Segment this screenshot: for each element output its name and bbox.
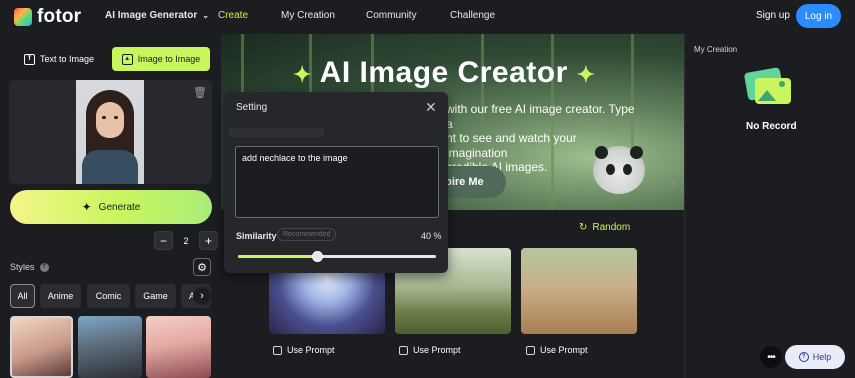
trash-icon[interactable]: 🗑 bbox=[193, 86, 207, 99]
styles-heading: Styles ? bbox=[10, 262, 49, 272]
style-thumbnail[interactable] bbox=[10, 316, 73, 378]
close-icon[interactable]: ✕ bbox=[425, 99, 437, 116]
tab-image-to-image-label: Image to Image bbox=[137, 54, 201, 64]
portrait-face bbox=[96, 102, 124, 138]
ai-image-generator-label: AI Image Generator bbox=[105, 10, 198, 21]
styles-settings-icon[interactable]: ⚙ bbox=[193, 258, 211, 276]
use-prompt-button[interactable]: Use Prompt bbox=[399, 345, 461, 355]
use-prompt-button[interactable]: Use Prompt bbox=[273, 345, 335, 355]
generate-button[interactable]: ✦ Generate bbox=[10, 190, 212, 224]
empty-gallery-icon-mountain bbox=[758, 90, 776, 101]
nav-challenge[interactable]: Challenge bbox=[450, 10, 495, 21]
style-chip-game[interactable]: Game bbox=[135, 284, 176, 308]
sparkle-icon: ✦ bbox=[293, 62, 312, 87]
similarity-label: Similarity bbox=[236, 231, 277, 241]
nav-community[interactable]: Community bbox=[366, 10, 417, 21]
random-button[interactable]: ↻ Random bbox=[579, 222, 630, 233]
chevron-right-icon[interactable]: › bbox=[193, 287, 211, 305]
style-chip-anime[interactable]: Anime bbox=[40, 284, 81, 308]
chevron-down-icon: ⌄ bbox=[202, 11, 209, 20]
nav-my-creation[interactable]: My Creation bbox=[281, 10, 335, 21]
help-question-icon[interactable]: ? bbox=[39, 262, 49, 272]
empty-gallery-icon-sun bbox=[779, 81, 785, 87]
style-chip-comic[interactable]: Comic bbox=[87, 284, 130, 308]
help-label: Help bbox=[812, 352, 832, 362]
hero-title-text: AI Image Creator bbox=[319, 56, 568, 89]
portrait-shirt bbox=[82, 150, 138, 184]
decrement-button[interactable]: − bbox=[154, 231, 173, 250]
use-prompt-label: Use Prompt bbox=[287, 345, 335, 355]
generate-label: Generate bbox=[98, 201, 141, 213]
magic-wand-icon: ✦ bbox=[81, 200, 92, 214]
fotor-logo[interactable]: fotor bbox=[14, 6, 81, 28]
panda-eye bbox=[623, 164, 632, 175]
hero-text-line: with our free AI image creator. Type a bbox=[446, 102, 635, 131]
styles-label: Styles bbox=[10, 262, 35, 272]
top-navigation-bar: fotor AI Image Generator ⌄ Create My Crea… bbox=[0, 0, 855, 34]
panda-eye bbox=[606, 164, 615, 175]
ai-image-generator-menu[interactable]: AI Image Generator ⌄ bbox=[105, 10, 209, 21]
copy-icon bbox=[273, 345, 282, 355]
log-in-button[interactable]: Log in bbox=[796, 4, 841, 28]
use-prompt-label: Use Prompt bbox=[413, 345, 461, 355]
style-chip-all[interactable]: All bbox=[10, 284, 35, 308]
similarity-slider-thumb[interactable] bbox=[312, 251, 324, 262]
style-thumbnail[interactable] bbox=[78, 316, 142, 378]
empty-gallery-icon bbox=[743, 67, 792, 106]
setting-popup: Setting ✕ add nechlace to the image Simi… bbox=[224, 92, 448, 273]
sparkle-icon: ✦ bbox=[576, 62, 596, 87]
uploaded-portrait-image bbox=[76, 80, 144, 184]
panda-ear bbox=[630, 146, 643, 159]
more-options-icon[interactable]: ••• bbox=[760, 346, 782, 368]
hero-title: ✦ AI Image Creator ✦ bbox=[293, 56, 596, 90]
copy-icon bbox=[399, 345, 408, 355]
use-prompt-label: Use Prompt bbox=[540, 345, 588, 355]
panda-ear bbox=[595, 146, 608, 159]
similarity-value: 40 % bbox=[421, 231, 442, 241]
random-label: Random bbox=[592, 222, 631, 233]
example-image-kids[interactable] bbox=[521, 248, 637, 334]
text-icon: T bbox=[24, 53, 35, 65]
help-circle-icon: ? bbox=[798, 352, 809, 362]
prompt-textarea[interactable]: add nechlace to the image bbox=[235, 146, 439, 218]
portrait-eye-right bbox=[114, 116, 118, 119]
portrait-eye-left bbox=[102, 116, 106, 119]
carousel-next-icon[interactable]: › bbox=[671, 178, 674, 189]
similarity-slider-fill bbox=[238, 255, 318, 258]
fotor-logo-icon bbox=[14, 8, 32, 26]
sign-up-link[interactable]: Sign up bbox=[756, 10, 790, 21]
help-button[interactable]: ? Help bbox=[785, 345, 845, 369]
tab-image-to-image[interactable]: ▲ Image to Image bbox=[112, 47, 210, 71]
panda-image bbox=[593, 146, 645, 194]
quantity-value: 2 bbox=[183, 235, 189, 246]
recommended-badge: Recommended bbox=[277, 228, 337, 241]
use-prompt-button[interactable]: Use Prompt bbox=[526, 345, 588, 355]
setting-popup-title: Setting bbox=[236, 102, 268, 113]
nav-create[interactable]: Create bbox=[218, 10, 248, 21]
logo-text: fotor bbox=[37, 6, 82, 27]
increment-button[interactable]: + bbox=[199, 231, 218, 250]
copy-icon bbox=[526, 345, 535, 355]
style-thumbnail[interactable] bbox=[146, 316, 211, 378]
popup-placeholder-bar bbox=[229, 128, 324, 137]
quantity-stepper: − 2 + bbox=[154, 231, 218, 250]
refresh-icon: ↻ bbox=[579, 222, 588, 233]
image-icon: ▲ bbox=[121, 53, 133, 65]
my-creation-heading: My Creation bbox=[694, 45, 738, 54]
tab-text-to-image[interactable]: T Text to Image bbox=[16, 47, 102, 71]
no-record-text: No Record bbox=[746, 121, 797, 132]
tab-text-to-image-label: Text to Image bbox=[40, 54, 95, 64]
